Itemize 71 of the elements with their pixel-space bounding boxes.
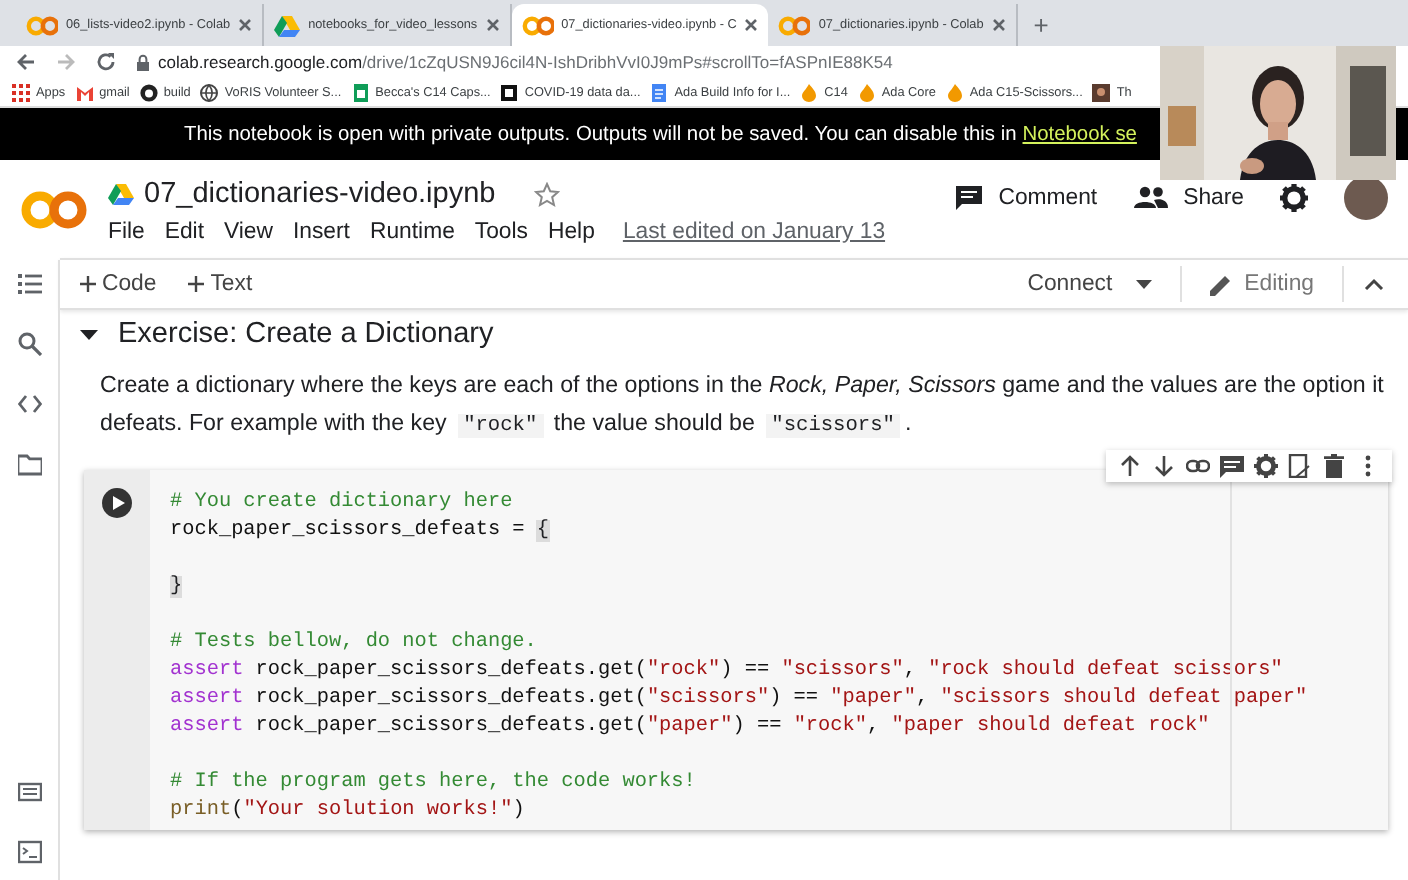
- chevron-up-icon[interactable]: [1364, 278, 1384, 290]
- page-icon: [500, 83, 519, 101]
- comment-icon[interactable]: [1220, 454, 1244, 478]
- comment-button[interactable]: Comment: [956, 185, 1098, 209]
- back-icon[interactable]: [16, 52, 36, 72]
- search-icon[interactable]: [17, 332, 41, 356]
- spreadsheet-icon: [351, 83, 370, 101]
- people-icon: [1133, 186, 1168, 208]
- last-edited-link[interactable]: Last edited on January 13: [622, 220, 886, 244]
- close-icon[interactable]: [485, 18, 500, 32]
- menu-item[interactable]: Edit: [164, 220, 204, 244]
- settings-icon[interactable]: [1280, 183, 1308, 211]
- code-line: # You create dictionary here: [170, 490, 515, 518]
- arrow-down-icon[interactable]: [1152, 454, 1176, 478]
- code-line: # If the program gets here, the code works!: [170, 770, 698, 798]
- trash-icon[interactable]: [1322, 454, 1346, 478]
- banner-text: This notebook is open with private outputs. Outputs will not be saved. You can disable this in: [184, 123, 1017, 145]
- address-field[interactable]: colab.research.google.com/drive/1cZqUSN9J6cil4N-IshDribhVvI0J9mPs#scrollTo=fASPnIE88K54: [158, 52, 893, 72]
- menu-item[interactable]: Help: [548, 220, 595, 244]
- close-icon[interactable]: [991, 18, 1006, 32]
- document-icon: [650, 83, 669, 101]
- settings-icon[interactable]: [1254, 454, 1278, 478]
- plus-icon: [188, 276, 205, 292]
- comment-icon: [956, 185, 983, 209]
- code-line: print("Your solution works!"): [170, 798, 527, 826]
- instructions-text: Create a dictionary where the keys are each of the options in the Rock, Paper, Scissors game and the values are the option it defeats. For example with the key "rock" the value should be "scissors" .: [100, 370, 1386, 442]
- plus-icon: [80, 276, 96, 292]
- grid-icon: [12, 83, 30, 101]
- mail-icon: [75, 83, 94, 101]
- add-cell-button[interactable]: Code: [68, 272, 169, 296]
- section-heading: Exercise: Create a Dictionary: [118, 318, 494, 350]
- banner-link[interactable]: Notebook se: [1022, 123, 1137, 145]
- folder-icon[interactable]: [17, 452, 41, 476]
- share-button[interactable]: Share: [1133, 185, 1244, 209]
- star-icon[interactable]: [533, 181, 560, 207]
- run-icon[interactable]: [102, 487, 132, 517]
- lock-icon: [136, 53, 150, 71]
- code-icon[interactable]: [17, 392, 41, 416]
- code-line: assert rock_paper_scissors_defeats.get("paper") == "rock", "paper should defeat rock": [170, 714, 1212, 742]
- menu-item[interactable]: Tools: [474, 220, 528, 244]
- code-line: rock_paper_scissors_defeats = {: [170, 518, 552, 546]
- menu-item[interactable]: Runtime: [369, 220, 455, 244]
- add-cell-button[interactable]: Text: [176, 272, 265, 296]
- new-tab-button[interactable]: +: [1017, 10, 1065, 46]
- caret-icon[interactable]: [80, 325, 98, 343]
- menu-item[interactable]: File: [108, 220, 145, 244]
- colab-logo-icon: [26, 13, 58, 37]
- close-icon[interactable]: [238, 18, 253, 32]
- close-icon[interactable]: [744, 18, 759, 32]
- code-line: assert rock_paper_scissors_defeats.get("scissors") == "paper", "scissors should defeat paper": [170, 686, 1310, 714]
- notebook-title[interactable]: 07_dictionaries-video.ipynb: [144, 178, 496, 210]
- list-icon[interactable]: [17, 272, 41, 296]
- caret-icon: [1136, 279, 1153, 289]
- link-icon[interactable]: [1186, 454, 1210, 478]
- arrow-up-icon[interactable]: [1118, 454, 1142, 478]
- globe-icon: [200, 83, 219, 101]
- reload-icon[interactable]: [96, 52, 116, 72]
- editing-button[interactable]: Editing: [1198, 272, 1326, 296]
- code-line: # Tests bellow, do not change.: [170, 630, 539, 658]
- drive-logo-icon: [274, 13, 301, 37]
- photo-icon: [1092, 83, 1111, 101]
- menu-item[interactable]: View: [224, 220, 273, 244]
- colab-logo-icon: [20, 189, 88, 229]
- pencil-icon: [1210, 273, 1233, 295]
- colab-logo-icon: [778, 13, 811, 37]
- terminal-icon[interactable]: [17, 840, 41, 864]
- connect-button[interactable]: Connect: [1015, 272, 1165, 296]
- menu-item[interactable]: Insert: [292, 220, 350, 244]
- colab-logo-icon: [521, 13, 554, 37]
- code-line: assert rock_paper_scissors_defeats.get("rock") == "scissors", "rock should defeat scissors": [170, 658, 1285, 686]
- drive-logo-icon: [108, 182, 134, 206]
